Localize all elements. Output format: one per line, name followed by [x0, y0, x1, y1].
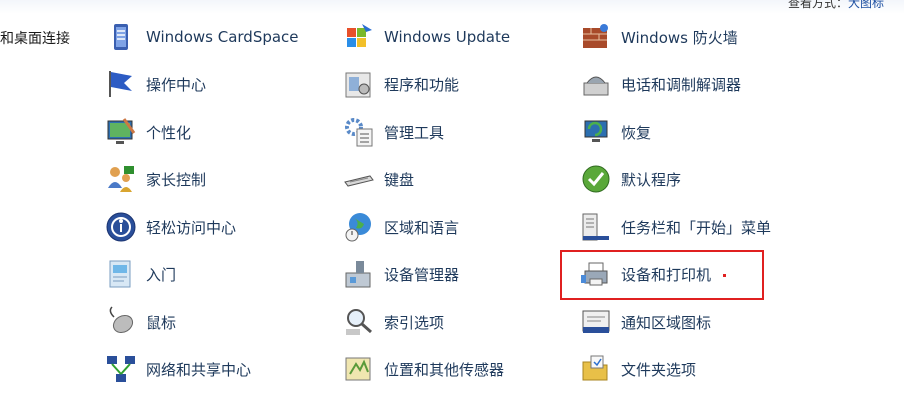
item-label: Windows 防火墙 — [621, 28, 738, 47]
item-network-sharing[interactable]: 网络和共享中心 — [104, 352, 251, 386]
default-programs-icon — [582, 165, 610, 193]
item-windows-update[interactable]: Windows Update — [342, 20, 510, 54]
item-label: 索引选项 — [384, 313, 445, 332]
item-device-manager[interactable]: 设备管理器 — [342, 257, 459, 291]
getting-started-icon — [109, 260, 131, 288]
item-ease-of-access[interactable]: 轻松访问中心 — [104, 210, 236, 244]
taskbar-start-menu-icon — [582, 213, 609, 241]
view-options[interactable]: 查看方式：大图标 — [788, 0, 884, 11]
item-label: Windows Update — [384, 28, 511, 46]
item-action-center[interactable]: 操作中心 — [104, 67, 206, 101]
item-region-language[interactable]: 区域和语言 — [342, 210, 459, 244]
item-label: 区域和语言 — [384, 218, 460, 237]
item-label: 设备管理器 — [384, 265, 460, 284]
parental-controls-icon — [108, 166, 134, 192]
location-sensors-icon — [345, 357, 371, 381]
item-label: 入门 — [146, 265, 177, 284]
firewall-icon — [583, 24, 608, 48]
mouse-icon — [109, 306, 134, 334]
item-recovery[interactable]: 恢复 — [579, 115, 651, 149]
view-by-label: 查看方式： — [787, 0, 848, 10]
item-label: 通知区域图标 — [621, 313, 712, 332]
annotation-dot — [723, 274, 726, 277]
ease-of-access-icon — [106, 212, 136, 242]
item-parental-controls[interactable]: 家长控制 — [104, 162, 206, 196]
item-admin-tools[interactable]: 管理工具 — [342, 115, 444, 149]
network-sharing-icon — [107, 356, 135, 382]
item-phone-modem[interactable]: 电话和调制解调器 — [579, 67, 741, 101]
item-label: 操作中心 — [146, 75, 207, 94]
cardspace-icon — [114, 24, 128, 50]
recovery-icon — [584, 120, 608, 142]
item-label: 恢复 — [621, 123, 652, 142]
item-label: Windows CardSpace — [146, 28, 299, 46]
item-notification-area[interactable]: 通知区域图标 — [579, 305, 711, 339]
programs-features-icon — [345, 72, 371, 98]
admin-tools-icon — [345, 118, 373, 147]
item-label: 设备和打印机 — [621, 265, 712, 284]
view-by-value[interactable]: 大图标 — [848, 0, 884, 10]
keyboard-icon — [344, 175, 374, 187]
folder-options-icon — [582, 355, 608, 381]
item-windows-firewall[interactable]: Windows 防火墙 — [579, 20, 738, 54]
device-manager-icon — [345, 261, 371, 288]
item-devices-printers[interactable]: 设备和打印机 — [579, 257, 711, 291]
personalization-icon — [107, 118, 136, 144]
item-label: 任务栏和「开始」菜单 — [621, 218, 772, 237]
item-default-programs[interactable]: 默认程序 — [579, 162, 681, 196]
item-label: 鼠标 — [146, 313, 177, 332]
phone-modem-icon — [583, 76, 609, 96]
partial-item-remote-desktop[interactable]: 和桌面连接 — [0, 28, 70, 48]
item-folder-options[interactable]: 文件夹选项 — [579, 352, 696, 386]
notification-area-icon — [582, 310, 610, 333]
item-label: 程序和功能 — [384, 75, 460, 94]
item-label: 家长控制 — [146, 170, 207, 189]
item-label: 轻松访问中心 — [146, 218, 237, 237]
item-programs-features[interactable]: 程序和功能 — [342, 67, 459, 101]
item-keyboard[interactable]: 键盘 — [342, 162, 414, 196]
item-label: 管理工具 — [384, 123, 445, 142]
windows-update-icon — [347, 24, 372, 47]
item-getting-started[interactable]: 入门 — [104, 257, 176, 291]
item-label: 个性化 — [146, 123, 192, 142]
indexing-options-icon — [346, 309, 372, 335]
devices-printers-icon — [581, 262, 608, 286]
item-label: 电话和调制解调器 — [621, 75, 742, 94]
region-language-icon — [345, 213, 371, 242]
item-taskbar-start-menu[interactable]: 任务栏和「开始」菜单 — [579, 210, 771, 244]
top-toolbar — [0, 0, 904, 14]
item-label: 网络和共享中心 — [146, 360, 252, 379]
item-label: 键盘 — [384, 170, 415, 189]
item-label: 位置和其他传感器 — [384, 360, 505, 379]
item-indexing-options[interactable]: 索引选项 — [342, 305, 444, 339]
item-label: 文件夹选项 — [621, 360, 697, 379]
action-center-flag-icon — [109, 71, 132, 97]
item-location-sensors[interactable]: 位置和其他传感器 — [342, 352, 504, 386]
item-personalization[interactable]: 个性化 — [104, 115, 191, 149]
item-windows-cardspace[interactable]: Windows CardSpace — [104, 20, 299, 54]
item-label: 默认程序 — [621, 170, 682, 189]
item-mouse[interactable]: 鼠标 — [104, 305, 176, 339]
